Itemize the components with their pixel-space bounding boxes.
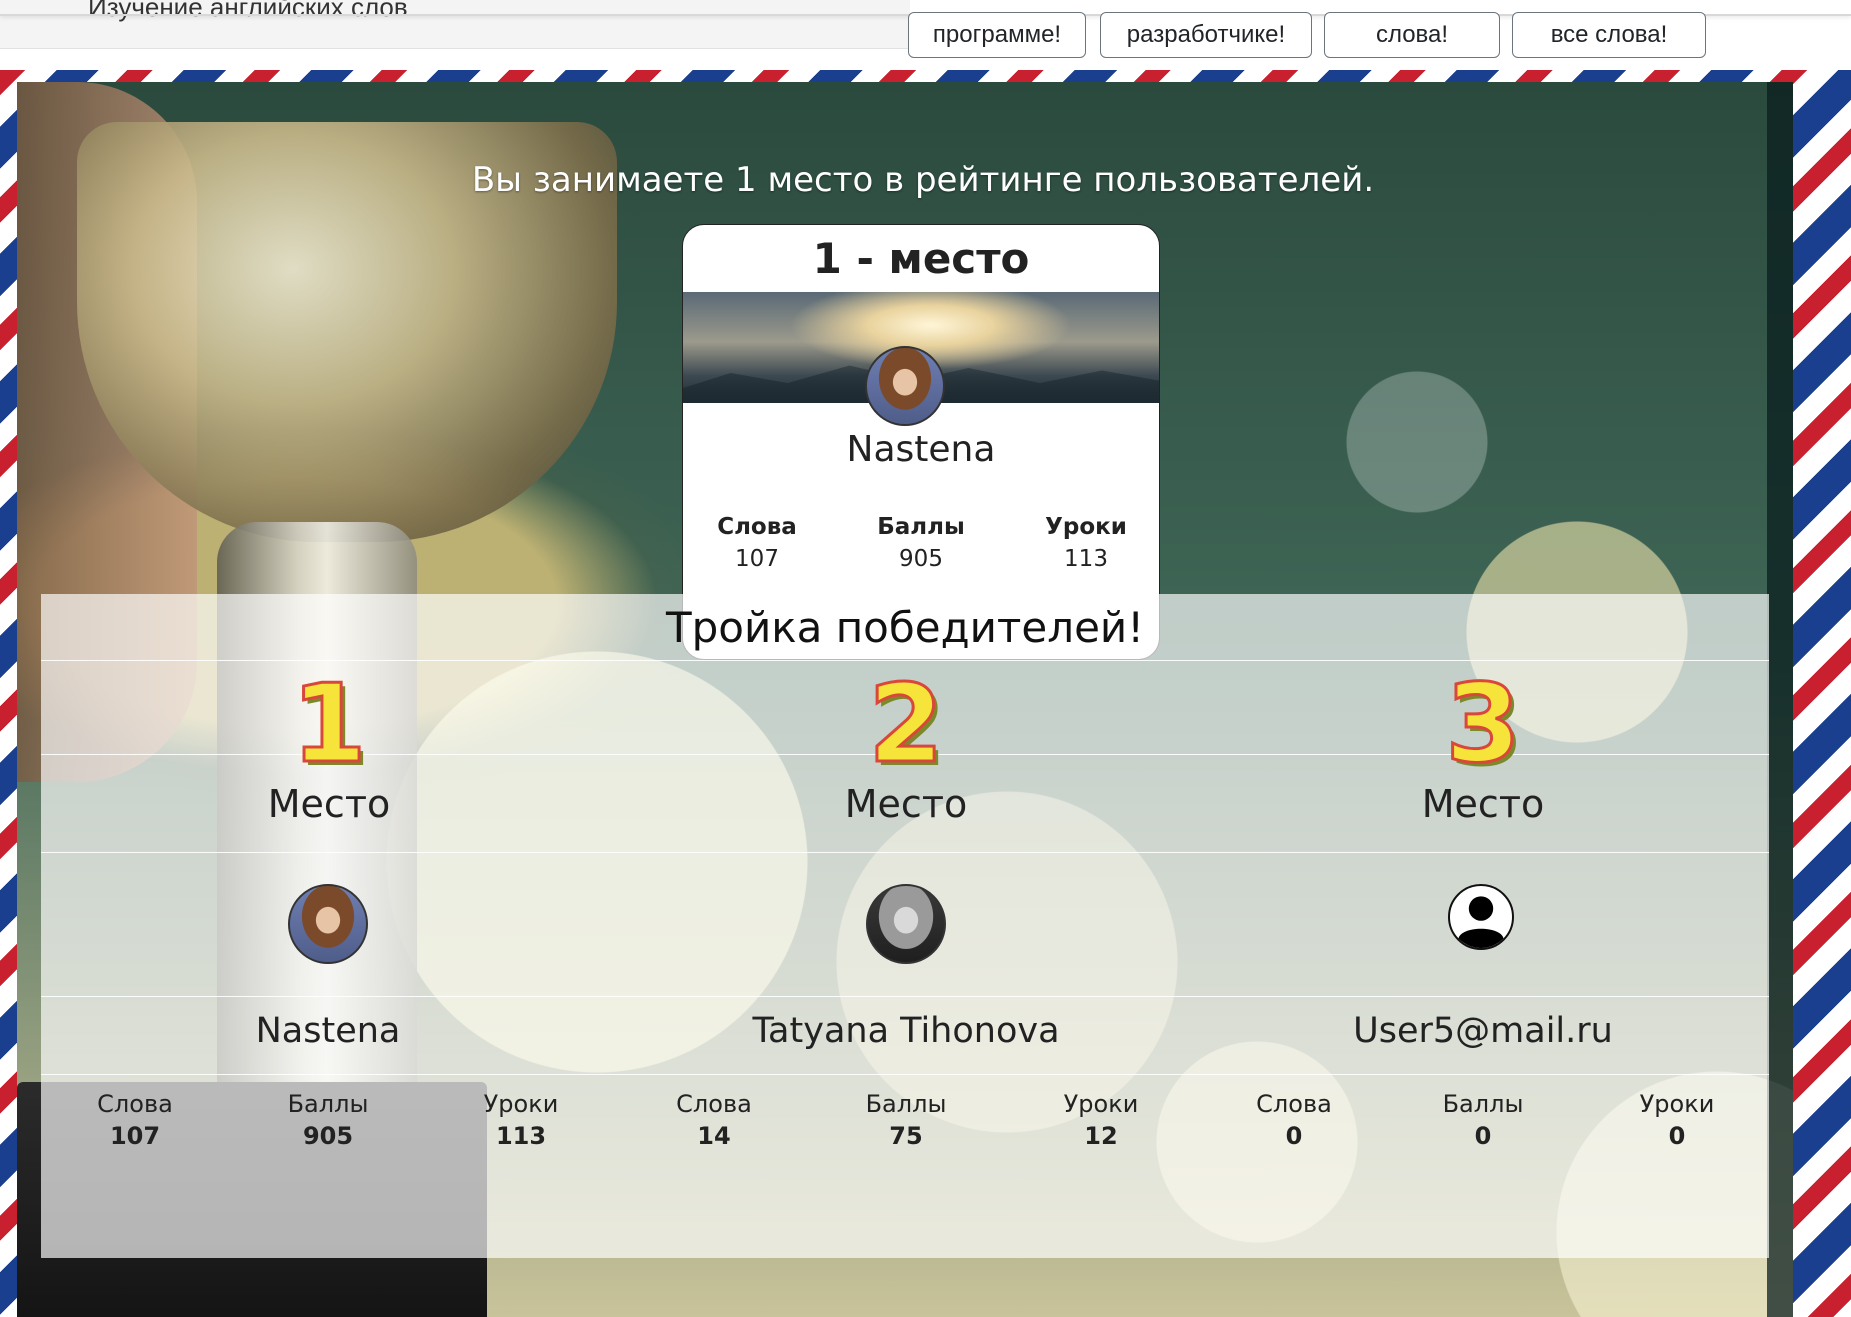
winner-2-name: Tatyana Tihonova — [752, 1011, 1060, 1051]
winner-2-stat-points: Баллы 75 — [836, 1090, 976, 1150]
row-divider — [41, 996, 1769, 997]
stat-label: Уроки — [1639, 1090, 1715, 1118]
stat-value: 107 — [735, 546, 779, 572]
stat-value: 12 — [1084, 1122, 1118, 1150]
stat-value: 14 — [697, 1122, 731, 1150]
person-silhouette-icon — [1451, 887, 1511, 948]
stat-label: Баллы — [877, 514, 965, 540]
winner-3-stat-points: Баллы 0 — [1413, 1090, 1553, 1150]
stat-label: Уроки — [483, 1090, 559, 1118]
place-number-1: 1 — [290, 661, 368, 789]
place-label-2: Место — [844, 782, 968, 826]
stat-value: 905 — [899, 546, 943, 572]
stat-label: Баллы — [287, 1090, 369, 1118]
nav-button-about-program[interactable]: программе! — [908, 12, 1086, 58]
winners-title: Тройка победителей! — [41, 594, 1769, 661]
winner-1-name: Nastena — [255, 1011, 401, 1051]
place-label-3: Место — [1421, 782, 1545, 826]
card-place-title: 1 - место — [812, 233, 1030, 283]
winner-1-avatar — [288, 884, 368, 964]
stat-value: 0 — [1474, 1122, 1492, 1150]
stat-value: 75 — [889, 1122, 923, 1150]
stat-value: 0 — [1668, 1122, 1686, 1150]
stat-label: Баллы — [865, 1090, 947, 1118]
winner-1-stat-words: Слова 107 — [65, 1090, 205, 1150]
stat-value: 0 — [1285, 1122, 1303, 1150]
profile-stat-lessons: Уроки 113 — [1016, 514, 1156, 572]
winner-2-avatar — [866, 884, 946, 964]
stat-label: Слова — [717, 514, 797, 540]
row-divider — [41, 852, 1769, 853]
stat-label: Уроки — [1063, 1090, 1139, 1118]
stat-value: 113 — [495, 1122, 547, 1150]
user-rank-message: Вы занимаете 1 место в рейтинге пользова… — [471, 160, 1375, 200]
winner-2-stat-lessons: Уроки 12 — [1031, 1090, 1171, 1150]
row-divider — [41, 1074, 1769, 1075]
stat-label: Баллы — [1442, 1090, 1524, 1118]
profile-avatar — [865, 346, 945, 426]
stat-label: Слова — [97, 1090, 173, 1118]
winner-1-stat-lessons: Уроки 113 — [451, 1090, 591, 1150]
winner-3-stat-words: Слова 0 — [1224, 1090, 1364, 1150]
nav-button-all-words[interactable]: все слова! — [1512, 12, 1706, 58]
profile-stat-points: Баллы 905 — [851, 514, 991, 572]
nav-button-about-developer[interactable]: разработчике! — [1100, 12, 1312, 58]
top-three-winners: Тройка победителей! 1 2 3 Место Место Ме… — [41, 594, 1769, 1258]
stat-value: 107 — [109, 1122, 161, 1150]
panel-edge — [1767, 82, 1793, 1317]
stat-label: Слова — [676, 1090, 752, 1118]
profile-name: Nastena — [846, 429, 996, 470]
place-number-2: 2 — [867, 661, 945, 789]
winner-3-name: User5@mail.ru — [1353, 1011, 1613, 1051]
place-label-1: Место — [267, 782, 391, 826]
stat-value: 113 — [1064, 546, 1108, 572]
place-number-3: 3 — [1444, 661, 1522, 789]
winner-1-stat-points: Баллы 905 — [258, 1090, 398, 1150]
stat-label: Уроки — [1045, 514, 1127, 540]
rating-panel: Вы занимаете 1 место в рейтинге пользова… — [17, 82, 1793, 1317]
stat-label: Слова — [1256, 1090, 1332, 1118]
default-user-icon — [1448, 884, 1514, 950]
profile-stat-words: Слова 107 — [687, 514, 827, 572]
stat-value: 905 — [302, 1122, 354, 1150]
winner-2-stat-words: Слова 14 — [644, 1090, 784, 1150]
winner-3-stat-lessons: Уроки 0 — [1607, 1090, 1747, 1150]
top-navbar: Изучение английских слов программе! разр… — [0, 0, 1851, 70]
nav-button-words[interactable]: слова! — [1324, 12, 1500, 58]
